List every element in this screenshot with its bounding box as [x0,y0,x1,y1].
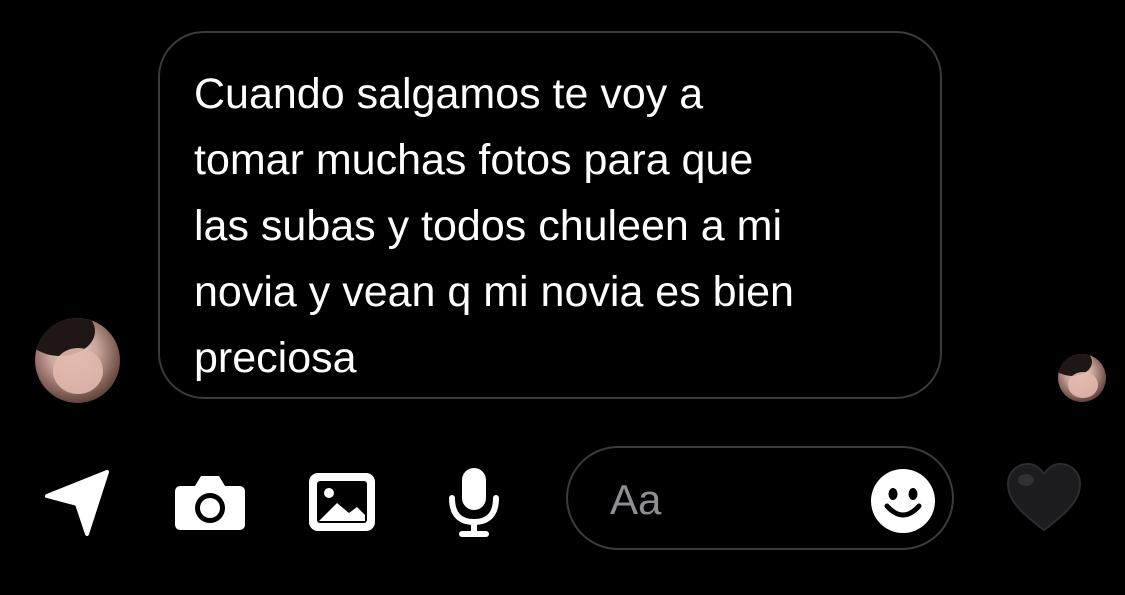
camera-icon [175,476,245,530]
camera-button[interactable] [170,462,250,542]
microphone-icon [449,468,499,537]
emoji-icon [871,469,935,533]
avatar-face [1068,372,1098,398]
heart-icon [1006,462,1082,532]
message-bubble[interactable]: Cuando salgamos te voy a tomar muchas fo… [158,31,942,399]
avatar-face [53,348,103,394]
message-text: Cuando salgamos te voy a tomar muchas fo… [194,70,794,382]
gallery-button[interactable] [302,462,382,542]
message-input[interactable] [608,468,852,532]
send-location-icon [45,470,109,536]
message-composer[interactable] [566,446,954,550]
sender-avatar[interactable] [35,318,120,403]
seen-receipt-avatar [1058,354,1106,402]
like-button[interactable] [1004,458,1084,538]
emoji-button[interactable] [870,468,936,534]
microphone-button[interactable] [434,462,514,542]
gallery-icon [309,473,375,531]
location-button[interactable] [36,462,116,542]
